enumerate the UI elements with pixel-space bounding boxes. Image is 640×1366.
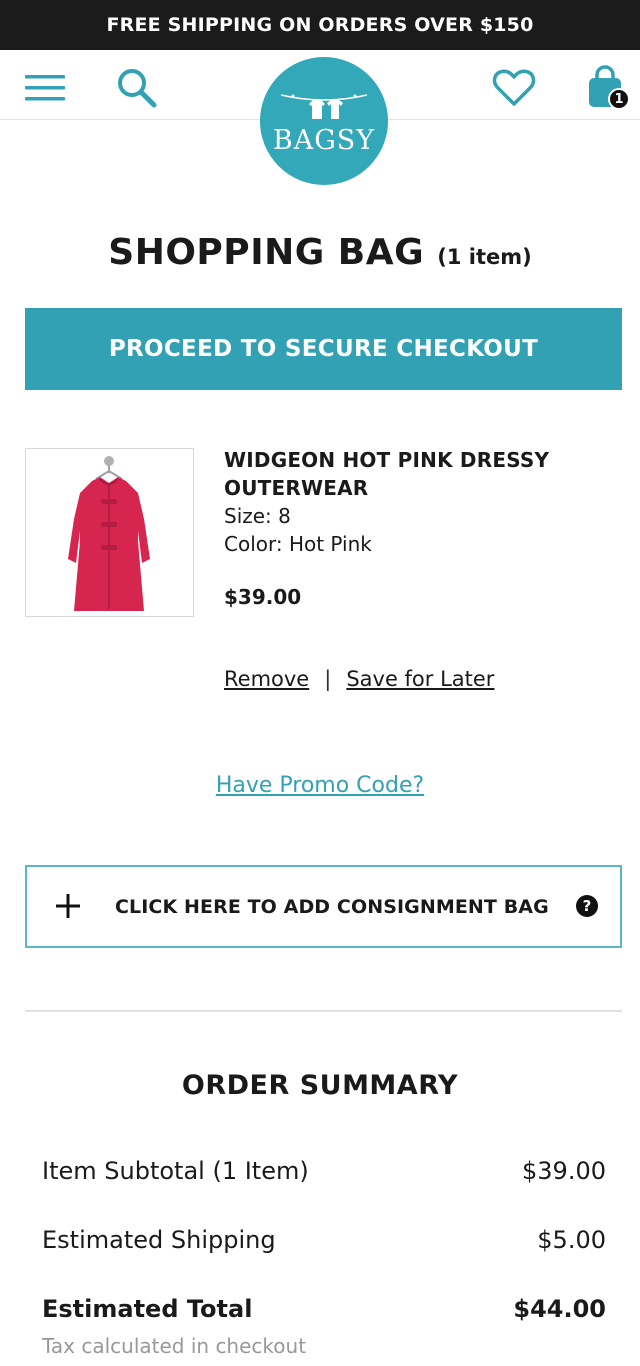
save-for-later-link[interactable]: Save for Later [346, 667, 494, 691]
checkout-button-label: PROCEED TO SECURE CHECKOUT [108, 336, 539, 362]
proceed-to-checkout-button[interactable]: PROCEED TO SECURE CHECKOUT [25, 308, 622, 390]
cart-count-badge: 1 [608, 88, 630, 110]
promo-code-section: Have Promo Code? [0, 773, 640, 798]
promo-code-link[interactable]: Have Promo Code? [216, 773, 424, 798]
total-row: Estimated Total $44.00 [42, 1295, 606, 1323]
section-divider [25, 1010, 622, 1012]
subtotal-value: $39.00 [522, 1157, 606, 1185]
cart-button[interactable]: 1 [578, 60, 632, 114]
tax-note: Tax calculated in checkout [42, 1334, 307, 1358]
search-button[interactable] [112, 64, 162, 112]
product-price: $39.00 [224, 585, 302, 609]
shipping-row: Estimated Shipping $5.00 [42, 1226, 606, 1254]
item-count: (1 item) [437, 245, 532, 269]
product-color: Color: Hot Pink [224, 532, 372, 556]
promo-banner-text: FREE SHIPPING ON ORDERS OVER $150 [106, 14, 534, 36]
heart-icon [492, 69, 536, 106]
page-title-text: SHOPPING BAG [108, 232, 425, 273]
cart-item-details: WIDGEON HOT PINK DRESSY OUTERWEAR Size: … [224, 446, 604, 609]
clothesline-icon [280, 93, 368, 119]
search-icon [118, 69, 157, 108]
remove-link[interactable]: Remove [224, 667, 309, 691]
bagsy-logo[interactable]: BAGSY [260, 57, 388, 185]
cart-item-actions: Remove | Save for Later [224, 667, 494, 691]
help-icon[interactable]: ? [576, 895, 598, 917]
subtotal-label: Item Subtotal (1 Item) [42, 1157, 309, 1185]
consignment-label: CLICK HERE TO ADD CONSIGNMENT BAG [115, 895, 549, 918]
product-size: Size: 8 [224, 504, 291, 528]
pink-coat-image [68, 456, 150, 611]
subtotal-row: Item Subtotal (1 Item) $39.00 [42, 1157, 606, 1185]
add-consignment-bag-button[interactable]: CLICK HERE TO ADD CONSIGNMENT BAG ? [25, 865, 622, 948]
menu-icon [25, 75, 65, 101]
menu-button[interactable] [22, 66, 68, 110]
logo-text: BAGSY [272, 124, 376, 156]
product-image[interactable] [25, 448, 194, 617]
total-value: $44.00 [513, 1295, 606, 1323]
page-title: SHOPPING BAG (1 item) [0, 232, 640, 273]
total-label: Estimated Total [42, 1295, 253, 1323]
product-name[interactable]: WIDGEON HOT PINK DRESSY OUTERWEAR [224, 446, 604, 502]
shipping-value: $5.00 [537, 1226, 606, 1254]
plus-icon [56, 894, 80, 918]
promo-banner: FREE SHIPPING ON ORDERS OVER $150 [0, 0, 640, 50]
wishlist-button[interactable] [488, 64, 540, 112]
order-summary-title: ORDER SUMMARY [181, 1070, 459, 1101]
action-separator: | [324, 667, 332, 691]
shipping-label: Estimated Shipping [42, 1226, 276, 1254]
